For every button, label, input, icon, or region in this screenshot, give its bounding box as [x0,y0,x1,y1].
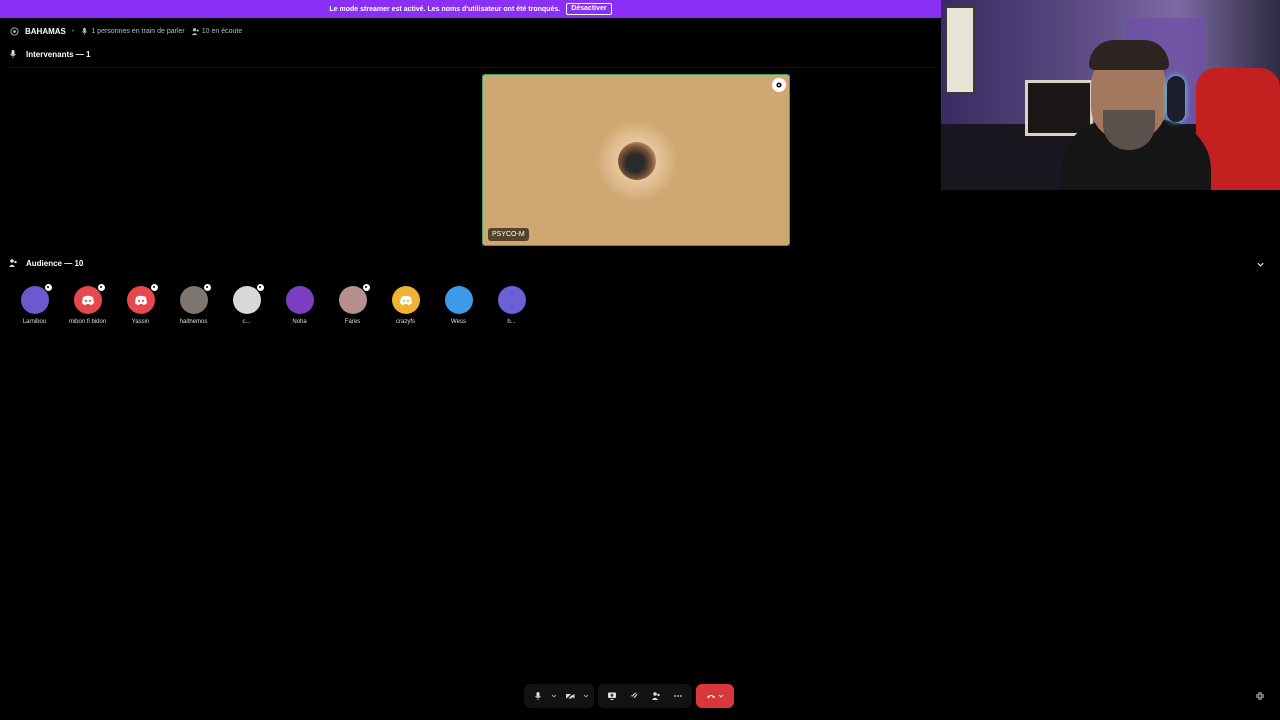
channel-header: BAHAMAS • 1 personnes en train de parler… [10,24,242,38]
microphone-icon [535,692,541,700]
avatar [391,286,420,314]
channel-name: BAHAMAS [25,26,66,36]
focus-button[interactable] [772,78,786,92]
exit-fullscreen-icon[interactable] [1255,691,1265,701]
mic-options-button[interactable] [550,686,558,706]
webcam-person-hair [1089,40,1169,70]
avatar [179,283,212,314]
audience-member-name: b... [507,319,516,325]
status-badge [96,283,106,292]
avatar [338,283,371,314]
audience-member-name: Yassin [131,319,150,325]
audience-member[interactable]: c... [228,283,265,325]
more-options-button[interactable] [668,686,688,706]
avatar [285,286,314,314]
screen-share-icon [608,692,616,700]
audience-label: Audience — 10 [26,258,84,268]
audience-list: Larnibou mibon fi bidon Yassin haithemos c..… [16,283,530,325]
section-divider [8,67,936,68]
chevron-down-icon [583,694,589,698]
activities-button[interactable] [624,686,644,706]
camera-button[interactable] [560,686,580,706]
speaking-label: 1 personnes en train de parler [91,27,185,35]
avatar [232,283,265,314]
audience-section-label: Audience — 10 [8,258,83,268]
avatar [444,286,473,314]
gear-icon [776,82,782,88]
speaking-count: 1 personnes en train de parler [80,27,185,36]
streamer-mode-banner: Le mode streamer est activé. Les noms d'… [0,0,941,18]
chevron-down-icon [551,694,557,698]
mic-group [524,684,594,708]
audience-member-name: mibon fi bidon [68,319,107,325]
camera-off-icon [565,691,575,701]
listeners-icon [652,692,660,700]
chevron-down-icon [718,694,724,698]
listeners-icon [9,259,17,267]
actions-group [598,684,692,708]
avatar [497,286,526,314]
status-badge [202,283,212,292]
audience-member[interactable]: Fares [334,283,371,325]
stage-channel-icon [10,26,19,36]
audience-member[interactable]: mibon fi bidon [68,283,107,325]
webcam-wall-frame [945,6,975,94]
speakers-section-label: Intervenants — 1 [8,49,90,59]
audience-member[interactable]: Larnibou [16,283,53,325]
audience-member-name: crazyfs [395,319,415,325]
disable-streamer-mode-button[interactable]: Désactiver [566,3,612,15]
listening-label: 10 en écoute [201,27,243,35]
status-badge [149,283,159,292]
discord-logo-icon [81,295,94,305]
share-screen-button[interactable] [602,686,622,706]
audience-member-name: Noha [292,319,307,325]
disconnect-button[interactable] [696,684,734,708]
listeners-icon [191,27,199,35]
avatar [20,283,53,314]
avatar [73,283,106,314]
camera-options-button[interactable] [582,686,590,706]
speaker-tile[interactable]: PSYCO-M [482,74,790,246]
streamer-webcam-overlay [941,0,1280,190]
audience-member-name: c... [242,319,251,325]
speaker-avatar [618,142,656,180]
audience-member-name: Larnibou [22,319,47,325]
audience-member[interactable]: Wess [440,286,477,325]
webcam-headset [1167,76,1185,122]
rocket-icon [629,691,639,701]
audience-member[interactable]: Yassin [122,283,159,325]
discord-logo-icon [399,295,412,305]
banner-text: Le mode streamer est activé. Les noms d'… [329,5,561,13]
more-dots-icon [674,695,682,697]
mute-button[interactable] [528,686,548,706]
discord-logo-icon [134,295,147,305]
audience-member-name: Fares [344,319,361,325]
status-badge [43,283,53,292]
speaker-name: PSYCO-M [488,228,529,241]
call-controls [524,684,734,708]
hang-up-icon [707,695,715,699]
avatar [126,283,159,314]
status-badge [255,283,265,292]
microphone-icon [82,27,88,35]
audience-member[interactable]: crazyfs [387,286,424,325]
audience-member[interactable]: b... [493,286,530,325]
chevron-down-icon[interactable] [1256,260,1265,269]
audience-member[interactable]: Noha [281,286,318,325]
listening-count: 10 en écoute [191,27,242,36]
audience-member-name: haithemos [179,319,208,325]
speakers-label: Intervenants — 1 [26,49,91,59]
separator-dot: • [71,27,75,35]
move-to-audience-button[interactable] [646,686,666,706]
microphone-icon [10,50,16,58]
audience-member-name: Wess [451,319,466,325]
audience-member[interactable]: haithemos [175,283,212,325]
status-badge [361,283,371,292]
